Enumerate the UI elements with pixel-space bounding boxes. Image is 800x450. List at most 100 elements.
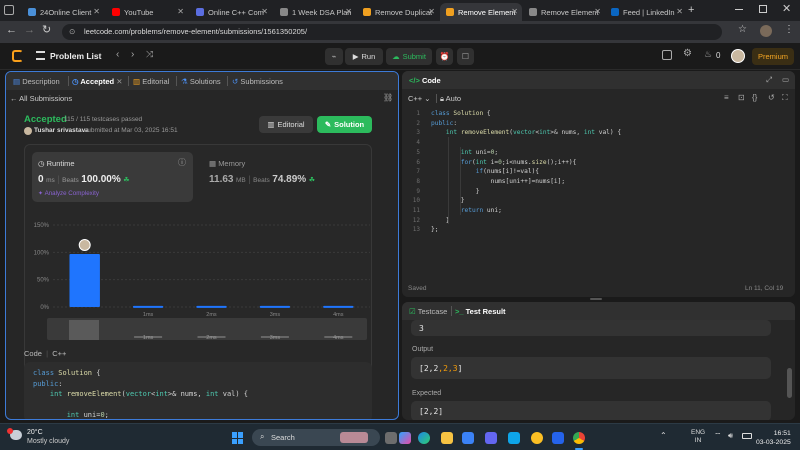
close-tab-icon[interactable]: ✕ xyxy=(93,7,100,16)
premium-button[interactable]: Premium xyxy=(752,48,794,65)
tab-accepted[interactable]: ◷ Accepted ✕ xyxy=(72,77,123,86)
memory-card[interactable]: ▦ Memory 11.63 MB | Beats 74.89% ☘ xyxy=(205,152,365,202)
close-window-icon[interactable]: ✕ xyxy=(782,2,791,15)
editorial-button[interactable]: ▥ Editorial xyxy=(259,116,313,133)
close-tab-icon[interactable]: ✕ xyxy=(177,7,184,16)
show-hidden-icons[interactable]: ⌃ xyxy=(660,431,667,440)
reload-icon[interactable]: ↻ xyxy=(42,23,51,36)
close-tab-icon[interactable]: ✕ xyxy=(116,77,122,86)
task-view-icon[interactable] xyxy=(385,432,397,444)
new-tab-button[interactable]: + xyxy=(688,4,694,16)
tab-solutions[interactable]: ⚗ Solutions xyxy=(181,77,221,86)
submitter-name[interactable]: Tushar srivastava xyxy=(34,127,89,134)
expand-icon[interactable]: ⤢ xyxy=(766,75,772,85)
browser-tab[interactable]: Remove Element ✕ xyxy=(523,3,605,21)
settings-gear-icon[interactable]: ⚙ xyxy=(683,48,692,59)
store-icon[interactable] xyxy=(462,432,474,444)
collapse-icon[interactable]: ▭ xyxy=(782,75,789,84)
code-line[interactable]: int uni=0; xyxy=(431,149,498,159)
layout-icon[interactable] xyxy=(662,50,672,60)
back-icon[interactable]: ← xyxy=(6,24,17,36)
problem-list-icon[interactable] xyxy=(36,51,45,60)
tab-description[interactable]: ▤ Description xyxy=(13,77,60,86)
info-icon[interactable]: ⓘ xyxy=(178,157,186,168)
code-line[interactable]: }; xyxy=(431,226,438,236)
profile-avatar[interactable] xyxy=(760,25,772,37)
auto-mode-toggle[interactable]: 🔒︎ Auto xyxy=(440,94,461,104)
edge-icon[interactable] xyxy=(418,432,430,444)
debug-button[interactable]: ⌁ xyxy=(325,48,343,65)
close-tab-icon[interactable]: ✕ xyxy=(511,7,518,16)
close-tab-icon[interactable]: ✕ xyxy=(676,7,683,16)
tab-search-icon[interactable] xyxy=(4,5,14,15)
browser-tab[interactable]: Online C++ Com ✕ xyxy=(190,3,272,21)
browser-tab[interactable]: 24Online Client ✕ xyxy=(22,3,104,21)
browser-tab[interactable]: Remove Duplicat ✕ xyxy=(357,3,439,21)
chrome-icon[interactable] xyxy=(573,432,585,444)
address-bar[interactable]: ⊙ leetcode.com/problems/remove-element/s… xyxy=(62,24,722,40)
code-line[interactable]: for(int i=0;i<nums.size();i++){ xyxy=(431,159,577,169)
close-tab-icon[interactable]: ✕ xyxy=(345,7,352,16)
code-line[interactable]: } xyxy=(431,188,480,198)
bookmark-star-icon[interactable]: ☆ xyxy=(738,24,747,35)
run-button[interactable]: ▶ Run xyxy=(345,48,383,65)
code-line[interactable]: return uni; xyxy=(431,207,502,217)
prev-problem-icon[interactable]: ‹ xyxy=(116,49,119,60)
volume-icon[interactable]: 🔊︎ xyxy=(728,431,733,441)
braces-icon[interactable]: {} xyxy=(752,93,757,102)
code-line[interactable]: int removeElement(vector<int>& nums, int… xyxy=(431,129,621,139)
wifi-icon[interactable]: ⌔ xyxy=(714,431,722,441)
editor-code-area[interactable]: 1 class Solution {2 public: 3 int removeEle… xyxy=(402,108,795,278)
browser-tab[interactable]: Feed | LinkedIn ✕ xyxy=(605,3,687,21)
site-info-icon[interactable]: ⊙ xyxy=(69,24,75,40)
todo-icon[interactable] xyxy=(552,432,564,444)
format-icon[interactable]: ≡ xyxy=(724,93,729,102)
close-tab-icon[interactable]: ✕ xyxy=(594,7,601,16)
panel-resize-handle[interactable] xyxy=(590,298,602,300)
scrollbar[interactable] xyxy=(787,368,792,398)
copilot-icon[interactable] xyxy=(399,432,411,444)
bookmark-icon[interactable]: ⊡ xyxy=(738,93,745,102)
leetcode-logo[interactable] xyxy=(12,50,23,62)
tab-editorial[interactable]: ▥ Editorial xyxy=(133,77,169,86)
user-avatar[interactable] xyxy=(731,49,745,63)
tab-test-result[interactable]: >_ Test Result xyxy=(455,307,506,316)
streak-fire-icon[interactable]: ♨ xyxy=(704,49,712,60)
menu-icon[interactable]: ⋮ xyxy=(784,24,794,35)
timer-icon[interactable]: ⏰ xyxy=(436,48,453,65)
runtime-card[interactable]: ◷ Runtime ⓘ 0 ms | Beats 100.00% ☘ ✦ Ana… xyxy=(32,152,193,202)
file-explorer-icon[interactable] xyxy=(441,432,453,444)
start-windows-icon[interactable] xyxy=(232,432,244,444)
browser-tab[interactable]: Remove Element ✕ xyxy=(440,3,522,21)
all-submissions-link[interactable]: ← All Submissions xyxy=(10,94,72,103)
share-link-icon[interactable]: ⛓ xyxy=(383,93,393,102)
browser-tab[interactable]: YouTube ✕ xyxy=(106,3,188,21)
app-icon[interactable] xyxy=(485,432,497,444)
language-selector[interactable]: C++ ⌄ xyxy=(408,94,431,103)
cloud-icon[interactable] xyxy=(531,432,543,444)
fullscreen-icon[interactable]: ⛶ xyxy=(782,93,788,103)
code-line[interactable]: } xyxy=(431,217,450,227)
whiteboard-icon[interactable] xyxy=(508,432,520,444)
restore-icon[interactable] xyxy=(759,5,767,13)
code-line[interactable]: nums[uni++]=nums[i]; xyxy=(431,178,566,188)
browser-tab[interactable]: 1 Week DSA Plan ✕ xyxy=(274,3,356,21)
next-problem-icon[interactable]: › xyxy=(131,49,134,60)
close-tab-icon[interactable]: ✕ xyxy=(428,7,435,16)
taskbar-search[interactable]: ⌕ Search xyxy=(252,429,380,446)
minimize-icon[interactable] xyxy=(735,9,743,10)
battery-icon[interactable] xyxy=(742,433,752,439)
code-line[interactable]: public: xyxy=(431,120,457,130)
analyze-complexity-link[interactable]: ✦ Analyze Complexity xyxy=(38,190,99,197)
language-indicator[interactable]: ENG IN xyxy=(691,429,705,445)
tab-testcase[interactable]: ☑ Testcase xyxy=(409,307,447,316)
submit-button[interactable]: ☁ Submit xyxy=(386,48,432,65)
clock[interactable]: 16:51 03-03-2025 xyxy=(756,429,791,447)
solution-button[interactable]: ✎ Solution xyxy=(317,116,372,133)
forward-icon[interactable]: → xyxy=(24,24,35,36)
problem-list-link[interactable]: Problem List xyxy=(50,51,101,61)
shuffle-icon[interactable]: ⤨ xyxy=(146,49,153,60)
reset-icon[interactable]: ↺ xyxy=(768,93,775,102)
close-tab-icon[interactable]: ✕ xyxy=(261,7,268,16)
tab-submissions[interactable]: ↺ Submissions xyxy=(232,77,283,86)
